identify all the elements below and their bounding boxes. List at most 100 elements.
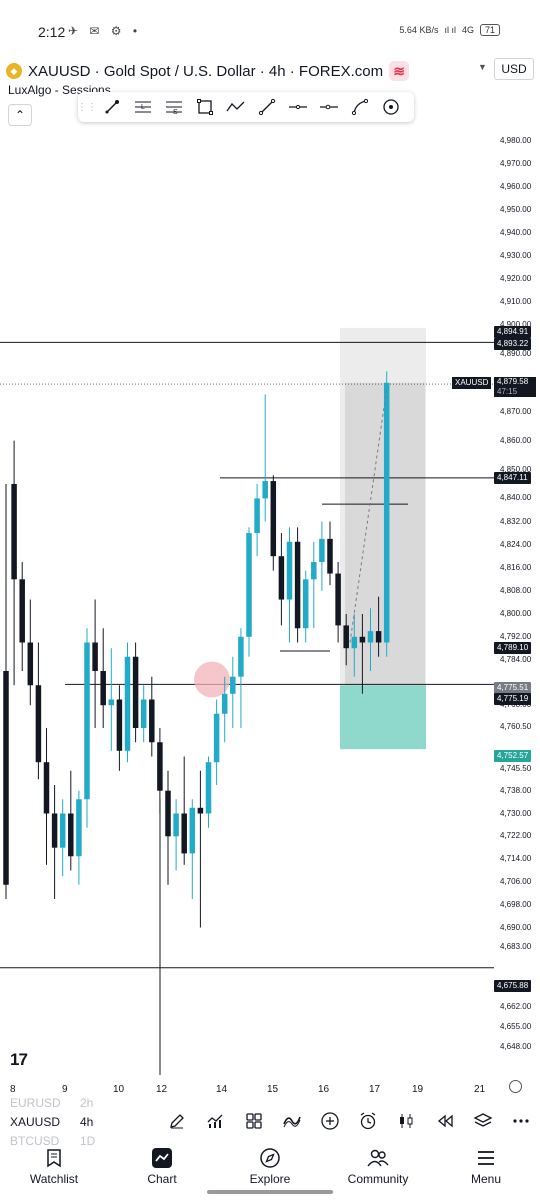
horizontal-line-icon[interactable]	[282, 92, 313, 122]
upper-line-badge-a: 4,894.91	[494, 326, 532, 338]
more-icon[interactable]	[502, 1108, 540, 1134]
candle-body	[246, 533, 252, 637]
replay-icon[interactable]	[425, 1108, 463, 1134]
candle-body	[92, 642, 98, 671]
price-chart[interactable]	[0, 130, 494, 1075]
gold-coin-icon: ◆	[6, 63, 22, 79]
magnet-icon[interactable]	[375, 92, 406, 122]
upper-line-badge-b: 4,893.22	[494, 338, 532, 350]
candle-body	[189, 807, 196, 854]
price-scale[interactable]: 4,980.00 4,970.00 4,960.00 4,950.00 4,940.00…	[494, 85, 540, 1075]
candle-body	[213, 713, 220, 763]
svg-text:L: L	[141, 104, 145, 111]
symbol-title[interactable]: XAUUSD · Gold Spot / U.S. Dollar · 4h · …	[28, 63, 383, 80]
price-tick: 4,648.00	[500, 1042, 532, 1052]
candle-body	[335, 573, 341, 626]
watchlist-row[interactable]: EURUSD 2h	[10, 1096, 120, 1110]
chevron-down-icon[interactable]: ▼	[478, 62, 487, 72]
plus-circle-icon[interactable]	[311, 1108, 349, 1134]
candle-body	[108, 699, 115, 706]
candle-body	[68, 813, 74, 857]
axis-settings-icon[interactable]	[509, 1080, 522, 1093]
current-price: 4,879.58	[497, 377, 529, 386]
price-tick: 4,706.00	[500, 876, 532, 886]
drag-handle-icon[interactable]: ⋮⋮	[77, 92, 97, 122]
community-icon	[366, 1146, 390, 1170]
watchlist-row[interactable]: XAUUSD 4h	[10, 1115, 120, 1129]
price-tick: 4,808.00	[500, 585, 532, 595]
candle-body	[375, 631, 382, 643]
price-tick: 4,870.00	[500, 406, 532, 416]
candle-body	[311, 561, 317, 580]
candle-body	[43, 762, 50, 814]
candle-body	[367, 631, 374, 643]
price-tick: 4,760.50	[500, 721, 532, 731]
pencil-icon[interactable]	[158, 1108, 196, 1134]
candle-body	[157, 742, 163, 791]
horizontal-ray-icon[interactable]	[313, 92, 344, 122]
candle-body	[116, 699, 123, 751]
price-tick: 4,738.00	[500, 785, 532, 795]
candle-body	[343, 625, 349, 649]
indicators-icon[interactable]	[196, 1108, 234, 1134]
tradingview-logo[interactable]: 17	[10, 1050, 28, 1070]
svg-text:S: S	[173, 109, 178, 116]
curve-icon[interactable]	[344, 92, 375, 122]
candle-body	[197, 807, 204, 814]
lower-line-badge: 4,675.88	[494, 980, 532, 992]
symbol-header[interactable]: ◆ XAUUSD · Gold Spot / U.S. Dollar · 4h …	[6, 61, 410, 81]
rectangle-icon[interactable]	[189, 92, 220, 122]
date-label: 14	[216, 1084, 228, 1095]
patterns-icon[interactable]	[273, 1108, 311, 1134]
layers-icon[interactable]	[464, 1108, 502, 1134]
price-tick: 4,730.00	[500, 808, 532, 818]
nav-community[interactable]: Community	[324, 1140, 432, 1188]
long-position-icon[interactable]: L	[127, 92, 158, 122]
path-icon[interactable]	[220, 92, 251, 122]
candle-body	[76, 799, 82, 857]
home-indicator[interactable]	[207, 1190, 333, 1194]
short-position-icon[interactable]: S	[158, 92, 189, 122]
date-label: 10	[113, 1084, 125, 1095]
time-axis[interactable]: 8 9 10 12 14 15 16 17 19 21	[0, 1077, 540, 1097]
bar-countdown: 47:15	[497, 387, 518, 396]
price-tick: 4,714.00	[500, 854, 532, 864]
nav-label: Chart	[147, 1172, 177, 1186]
candle-body	[294, 541, 301, 629]
nav-watchlist[interactable]: Watchlist	[0, 1140, 108, 1188]
nav-chart[interactable]: Chart	[108, 1140, 216, 1188]
alarm-icon[interactable]	[349, 1108, 387, 1134]
candle-body	[35, 685, 42, 763]
candle-body	[173, 813, 179, 837]
candle-body	[165, 790, 171, 837]
current-price-badge: 4,879.58 47:15	[494, 377, 536, 397]
candle-body	[124, 656, 131, 751]
currency-selector[interactable]: USD	[494, 58, 534, 80]
price-tick: 4,980.00	[500, 136, 532, 145]
price-tick: 4,745.50	[500, 764, 532, 774]
price-tick: 4,800.00	[500, 609, 532, 618]
candle-body	[270, 481, 277, 557]
layout-grid-icon[interactable]	[234, 1108, 272, 1134]
position-target-zone	[340, 685, 426, 750]
date-label: 9	[62, 1084, 68, 1095]
nav-menu[interactable]: Menu	[432, 1140, 540, 1188]
nav-explore[interactable]: Explore	[216, 1140, 324, 1188]
resistance-badge: 4,847.11	[494, 472, 531, 484]
candles-icon[interactable]	[387, 1108, 425, 1134]
price-tick: 4,940.00	[500, 228, 532, 237]
collapse-indicators-button[interactable]: ⌃	[8, 104, 32, 126]
waves-icon[interactable]: ≋	[389, 61, 410, 81]
candle-body	[51, 813, 58, 848]
notification-icons: ✈ ✉ ⚙ •	[68, 24, 142, 38]
candle-body	[262, 481, 268, 499]
net-speed: 5.64 KB/s	[399, 25, 439, 35]
target-badge: 4,752.57	[494, 750, 532, 762]
candle-body	[149, 699, 155, 743]
brush-icon[interactable]	[96, 92, 127, 122]
price-tick: 4,970.00	[500, 159, 532, 168]
candle-body	[100, 671, 106, 706]
trend-line-icon[interactable]	[251, 92, 282, 122]
candle-body	[319, 538, 325, 562]
current-symbol-badge: XAUUSD	[452, 377, 492, 389]
